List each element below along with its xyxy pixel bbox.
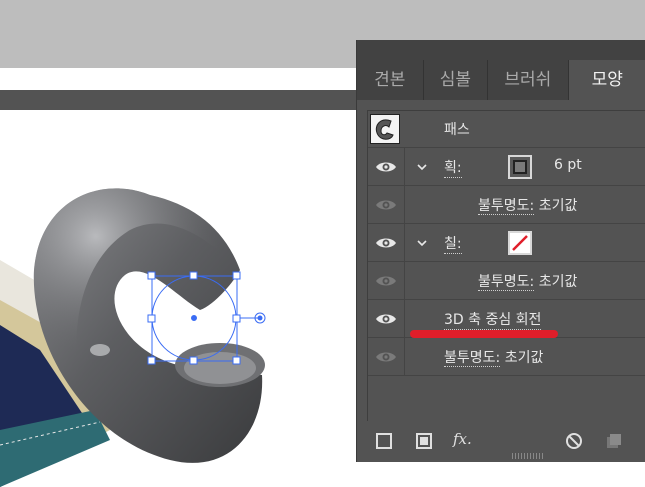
tab-appearance[interactable]: 모양 — [568, 60, 645, 100]
path-thumbnail — [370, 114, 400, 144]
fill-label[interactable]: 칠: — [444, 233, 462, 254]
fill-opacity-visibility-col — [368, 262, 405, 299]
duplicate-icon[interactable] — [605, 432, 623, 450]
red-highlight-mark — [410, 330, 558, 338]
panel-header[interactable] — [357, 40, 645, 60]
add-fill-icon[interactable] — [415, 432, 433, 450]
appearance-panel: 견본 심볼 브러쉬 모양 패스 획: 6 pt 불투명도: 초기값 칠: 불투명… — [356, 40, 645, 462]
chevron-down-icon[interactable] — [416, 237, 428, 249]
fill-opacity-label[interactable]: 불투명도: — [478, 274, 535, 291]
object-opacity-label[interactable]: 불투명도: — [444, 350, 501, 367]
stroke-row[interactable]: 획: 6 pt — [368, 148, 645, 186]
panel-tabs: 견본 심볼 브러쉬 모양 — [357, 60, 645, 100]
stroke-opacity-label[interactable]: 불투명도: — [478, 198, 535, 215]
object-row[interactable]: 패스 — [368, 111, 645, 148]
stroke-weight[interactable]: 6 pt — [554, 157, 582, 173]
stroke-swatch[interactable] — [508, 155, 532, 179]
fill-visibility-col — [368, 224, 405, 261]
fill-row[interactable]: 칠: — [368, 224, 645, 262]
artboard-separator — [0, 90, 360, 110]
fill-opacity: 불투명도: 초기값 — [478, 271, 577, 291]
eye-icon[interactable] — [375, 160, 397, 174]
stroke-label[interactable]: 획: — [444, 157, 462, 178]
fx-icon[interactable]: fx. — [453, 430, 472, 448]
appearance-list: 패스 획: 6 pt 불투명도: 초기값 칠: 불투명도: 초기값 3D 축 중… — [367, 110, 645, 421]
stroke-opacity-value: 초기값 — [538, 198, 578, 214]
fill-opacity-row[interactable]: 불투명도: 초기값 — [368, 262, 645, 300]
eye-icon[interactable] — [375, 236, 397, 250]
eye-icon-dim[interactable] — [375, 198, 397, 212]
panel-footer: fx. — [367, 420, 645, 462]
object-opacity-row[interactable]: 불투명도: 초기값 — [368, 338, 645, 376]
effect-visibility-col — [368, 300, 405, 337]
eye-icon[interactable] — [375, 312, 397, 326]
stroke-opacity-row[interactable]: 불투명도: 초기값 — [368, 186, 645, 224]
artwork[interactable] — [0, 110, 360, 487]
none-swatch-icon — [512, 235, 528, 251]
eye-icon-dim[interactable] — [375, 274, 397, 288]
object-opacity-visibility-col — [368, 338, 405, 375]
effect-3d-rotate-link[interactable]: 3D 축 중심 회전 — [444, 309, 542, 330]
add-stroke-icon[interactable] — [375, 432, 393, 450]
fill-swatch-none[interactable] — [508, 231, 532, 255]
stroke-swatch-inner — [513, 160, 527, 174]
path-icon — [375, 119, 394, 140]
stroke-opacity: 불투명도: 초기값 — [478, 195, 577, 215]
tab-brushes[interactable]: 브러쉬 — [488, 60, 569, 100]
stroke-opacity-visibility-col — [368, 186, 405, 223]
effect-row[interactable]: 3D 축 중심 회전 — [368, 300, 645, 338]
clear-appearance-icon[interactable] — [565, 432, 583, 450]
chevron-down-icon[interactable] — [416, 161, 428, 173]
object-label: 패스 — [444, 122, 470, 138]
fill-opacity-value: 초기값 — [538, 274, 578, 290]
artboard-top-edge — [0, 68, 360, 90]
object-opacity: 불투명도: 초기값 — [444, 347, 543, 367]
panel-resize-grip[interactable] — [512, 453, 544, 459]
object-opacity-value: 초기값 — [504, 350, 544, 366]
tab-symbols[interactable]: 심볼 — [424, 60, 489, 100]
eye-icon-dim[interactable] — [375, 350, 397, 364]
stroke-visibility-col — [368, 148, 405, 185]
tab-swatches[interactable]: 견본 — [357, 60, 424, 100]
